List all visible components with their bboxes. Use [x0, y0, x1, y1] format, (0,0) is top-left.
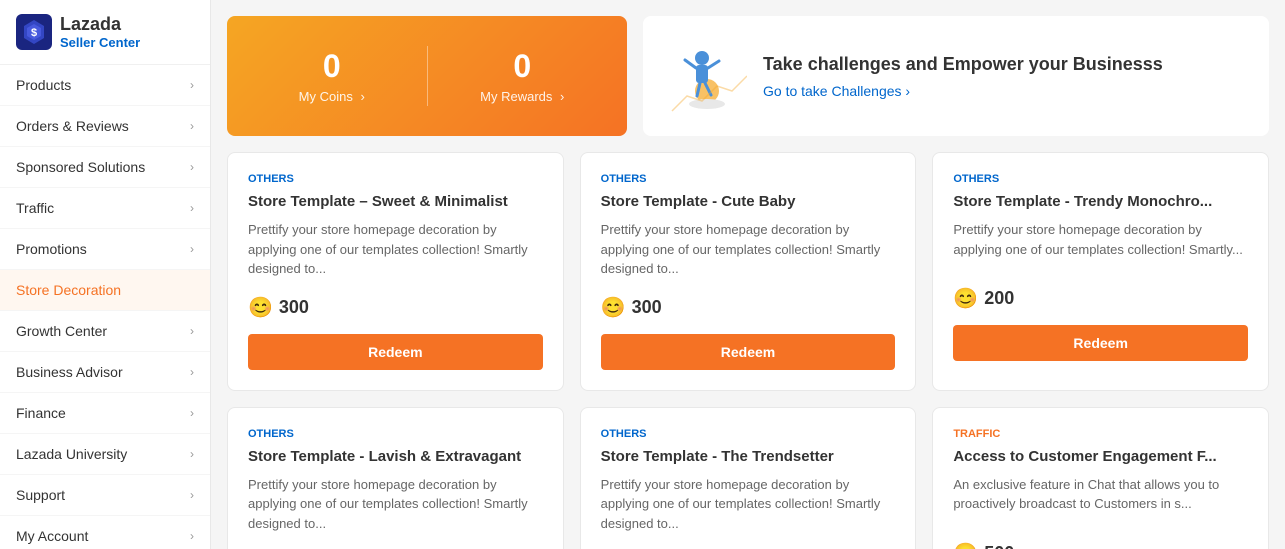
sidebar-item-lazada-university[interactable]: Lazada University ›: [0, 434, 210, 475]
sidebar-item-promotions[interactable]: Promotions ›: [0, 229, 210, 270]
sidebar: $ Lazada Seller Center Products›Orders &…: [0, 0, 211, 549]
sidebar-item-support[interactable]: Support ›: [0, 475, 210, 516]
coin-icon: 😊: [953, 541, 978, 549]
card-price: 😊 500: [953, 541, 1248, 549]
top-banners: 0 My Coins › 0 My Rewards ›: [227, 16, 1269, 136]
rewards-value: 0: [448, 48, 598, 85]
chevron-right-icon: ›: [190, 488, 194, 502]
logo-subtitle: Seller Center: [60, 35, 140, 50]
coins-divider: [427, 46, 428, 106]
sidebar-item-store-decoration[interactable]: Store Decoration: [0, 270, 210, 311]
card-desc: Prettify your store homepage decoration …: [248, 475, 543, 534]
chevron-right-icon: ›: [190, 78, 194, 92]
price-value: 300: [279, 297, 309, 318]
cards-grid: OTHERS Store Template – Sweet & Minimali…: [227, 152, 1269, 549]
sidebar-item-label: Traffic: [16, 200, 54, 216]
sidebar-item-label: Lazada University: [16, 446, 127, 462]
card-desc: An exclusive feature in Chat that allows…: [953, 475, 1248, 525]
sidebar-item-products[interactable]: Products ›: [0, 65, 210, 106]
store-card-2: OTHERS Store Template - Trendy Monochro.…: [932, 152, 1269, 391]
logo-name: Lazada: [60, 14, 121, 34]
card-title: Store Template - Cute Baby: [601, 193, 896, 210]
store-card-3: OTHERS Store Template - Lavish & Extrava…: [227, 407, 564, 549]
price-value: 200: [984, 288, 1014, 309]
sidebar-item-label: Growth Center: [16, 323, 107, 339]
sidebar-item-orders-reviews[interactable]: Orders & Reviews ›: [0, 106, 210, 147]
sidebar-item-label: Promotions: [16, 241, 87, 257]
main-content: 0 My Coins › 0 My Rewards ›: [211, 0, 1285, 549]
card-category: TRAFFIC: [953, 428, 1248, 440]
card-price: 😊 300: [248, 295, 543, 320]
coins-arrow-icon: ›: [360, 89, 364, 104]
sidebar-item-traffic[interactable]: Traffic ›: [0, 188, 210, 229]
store-card-1: OTHERS Store Template - Cute Baby Pretti…: [580, 152, 917, 391]
coins-value: 0: [257, 48, 407, 85]
challenge-text: Take challenges and Empower your Busines…: [763, 54, 1163, 99]
redeem-button[interactable]: Redeem: [248, 334, 543, 370]
coin-icon: 😊: [953, 286, 978, 311]
price-value: 300: [632, 297, 662, 318]
chevron-right-icon: ›: [190, 160, 194, 174]
my-coins-section: 0 My Coins ›: [257, 48, 407, 104]
card-price: 😊 300: [601, 295, 896, 320]
chevron-right-icon: ›: [190, 324, 194, 338]
chevron-right-icon: ›: [190, 119, 194, 133]
chevron-right-icon: ›: [190, 201, 194, 215]
sidebar-item-label: Business Advisor: [16, 364, 123, 380]
redeem-button[interactable]: Redeem: [601, 334, 896, 370]
store-card-0: OTHERS Store Template – Sweet & Minimali…: [227, 152, 564, 391]
chevron-right-icon: ›: [190, 365, 194, 379]
card-category: OTHERS: [248, 173, 543, 185]
chevron-right-icon: ›: [190, 529, 194, 543]
card-title: Store Template - Trendy Monochro...: [953, 193, 1248, 210]
svg-text:$: $: [31, 27, 37, 39]
my-rewards-section: 0 My Rewards ›: [448, 48, 598, 104]
card-category: OTHERS: [601, 173, 896, 185]
sidebar-item-label: Sponsored Solutions: [16, 159, 145, 175]
card-title: Store Template - The Trendsetter: [601, 448, 896, 465]
challenge-link[interactable]: Go to take Challenges ›: [763, 83, 1163, 99]
card-category: OTHERS: [248, 428, 543, 440]
price-value: 500: [984, 543, 1014, 549]
coin-icon: 😊: [248, 295, 273, 320]
coin-icon: 😊: [601, 295, 626, 320]
sidebar-item-my-account[interactable]: My Account ›: [0, 516, 210, 549]
sidebar-item-label: My Account: [16, 528, 88, 544]
card-category: OTHERS: [953, 173, 1248, 185]
chevron-right-icon: ›: [190, 447, 194, 461]
chevron-right-icon: ›: [190, 406, 194, 420]
store-card-4: OTHERS Store Template - The Trendsetter …: [580, 407, 917, 549]
coins-banner: 0 My Coins › 0 My Rewards ›: [227, 16, 627, 136]
coins-label: My Coins ›: [257, 89, 407, 104]
card-desc: Prettify your store homepage decoration …: [601, 475, 896, 534]
chevron-right-icon: ›: [190, 242, 194, 256]
card-price: 😊 200: [953, 286, 1248, 311]
card-title: Store Template - Lavish & Extravagant: [248, 448, 543, 465]
sidebar-item-label: Products: [16, 77, 71, 93]
redeem-button[interactable]: Redeem: [953, 325, 1248, 361]
card-desc: Prettify your store homepage decoration …: [248, 220, 543, 279]
sidebar-item-label: Orders & Reviews: [16, 118, 129, 134]
challenge-banner: Take challenges and Empower your Busines…: [643, 16, 1269, 136]
sidebar-item-finance[interactable]: Finance ›: [0, 393, 210, 434]
rewards-arrow-icon: ›: [560, 89, 564, 104]
rewards-label: My Rewards ›: [448, 89, 598, 104]
card-category: OTHERS: [601, 428, 896, 440]
sidebar-item-growth-center[interactable]: Growth Center ›: [0, 311, 210, 352]
card-desc: Prettify your store homepage decoration …: [601, 220, 896, 279]
card-title: Store Template – Sweet & Minimalist: [248, 193, 543, 210]
sidebar-item-label: Finance: [16, 405, 66, 421]
challenge-illustration: [667, 36, 747, 116]
card-desc: Prettify your store homepage decoration …: [953, 220, 1248, 270]
logo: $ Lazada Seller Center: [0, 0, 210, 65]
sidebar-item-label: Support: [16, 487, 65, 503]
challenge-title: Take challenges and Empower your Busines…: [763, 54, 1163, 75]
card-title: Access to Customer Engagement F...: [953, 448, 1248, 465]
store-card-5: TRAFFIC Access to Customer Engagement F.…: [932, 407, 1269, 549]
sidebar-item-sponsored-solutions[interactable]: Sponsored Solutions ›: [0, 147, 210, 188]
sidebar-item-business-advisor[interactable]: Business Advisor ›: [0, 352, 210, 393]
sidebar-item-label: Store Decoration: [16, 282, 121, 298]
